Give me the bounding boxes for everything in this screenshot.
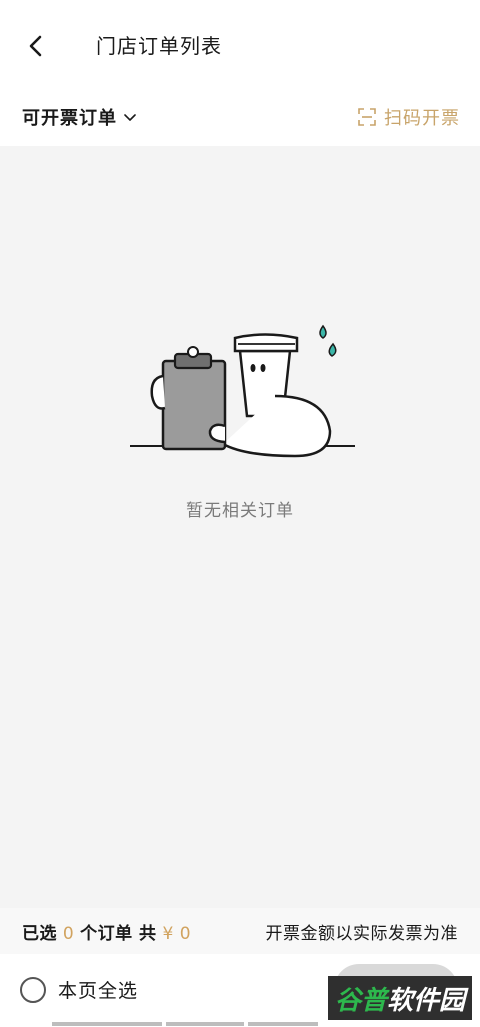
- scan-icon: [358, 108, 376, 126]
- scan-invoice-button[interactable]: 扫码开票: [358, 103, 460, 131]
- select-all-label: 本页全选: [58, 980, 139, 1002]
- select-all-radio[interactable]: [20, 976, 46, 1003]
- order-list-area: 暂无相关订单: [0, 146, 480, 908]
- coffee-cup-clipboard-illustration: [130, 324, 355, 458]
- top-bar: 门店订单列表: [0, 0, 480, 92]
- chevron-down-icon: [124, 114, 136, 121]
- selection-summary-bar: 已选 0 个订单 共 ¥ 0 开票金额以实际发票为准: [0, 908, 480, 954]
- watermark-part1: 谷普: [334, 985, 387, 1016]
- chevron-left-icon: [29, 35, 42, 57]
- scan-label: 扫码开票: [384, 108, 460, 129]
- empty-state-message: 暂无相关订单: [186, 501, 294, 521]
- page-title: 门店订单列表: [96, 34, 222, 58]
- home-indicator-segment: [52, 1022, 162, 1026]
- total-amount: 0: [179, 924, 192, 944]
- invoice-amount-note: 开票金额以实际发票为准: [265, 924, 458, 944]
- watermark-part2: 软件园: [387, 985, 466, 1016]
- orders-label: 个订单 共: [80, 924, 157, 944]
- site-watermark-logo: 谷普 软件园: [328, 976, 472, 1020]
- home-indicator-segment: [248, 1022, 318, 1026]
- invoice-filter-dropdown[interactable]: 可开票订单: [22, 103, 137, 131]
- select-all-toggle[interactable]: 本页全选: [20, 976, 138, 1003]
- selection-summary: 已选 0 个订单 共 ¥ 0: [22, 919, 191, 944]
- selected-count: 0: [62, 924, 75, 944]
- selected-prefix: 已选: [22, 924, 57, 944]
- filter-bar: 可开票订单 扫码开票: [0, 92, 480, 146]
- back-button[interactable]: [20, 30, 52, 62]
- currency-symbol: ¥: [162, 924, 174, 944]
- home-indicator-segment: [166, 1022, 244, 1026]
- filter-label: 可开票订单: [22, 108, 117, 129]
